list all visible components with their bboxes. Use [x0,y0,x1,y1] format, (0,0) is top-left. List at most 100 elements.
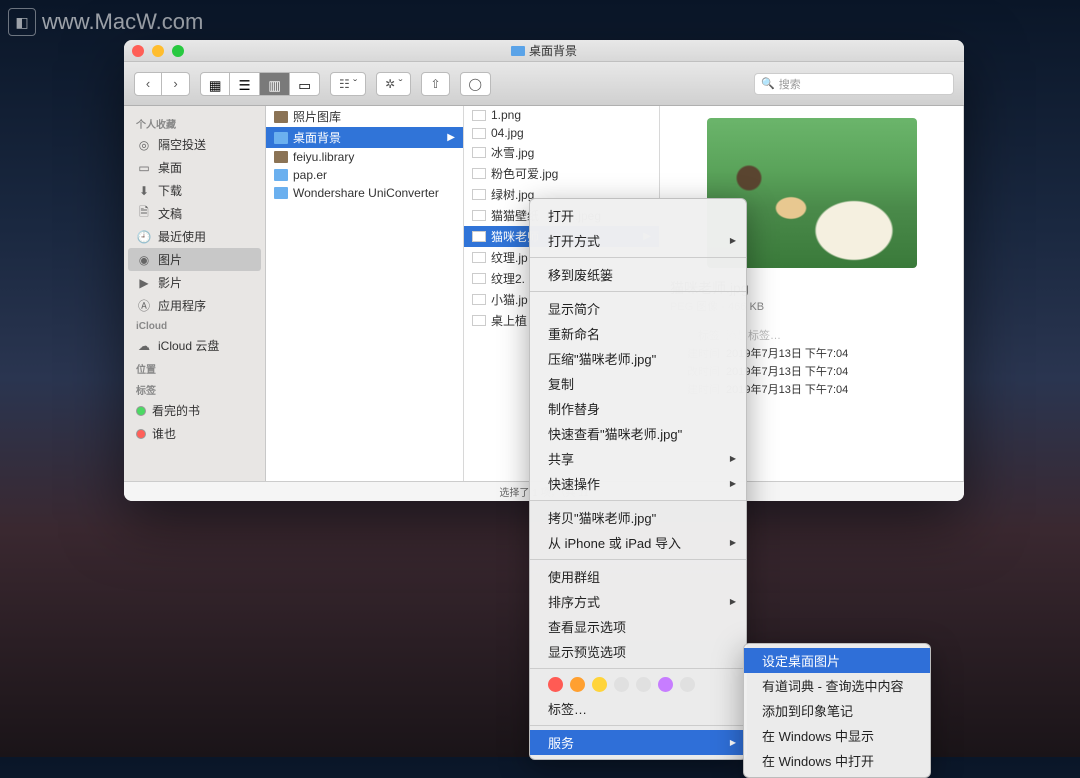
menu-item[interactable]: 快速操作 [530,471,746,496]
submenu-item[interactable]: 在 Windows 中显示 [744,723,930,748]
menu-item[interactable]: 服务 [530,730,746,755]
img-icon [472,128,486,139]
sidebar-item-recents[interactable]: 🕘最近使用 [124,225,265,248]
airdrop-icon: ◎ [136,137,152,153]
menu-item[interactable]: 移到废纸篓 [530,262,746,287]
watermark: ◧ www.MacW.com [8,8,203,36]
watermark-icon: ◧ [8,8,36,36]
submenu-item[interactable]: 有道词典 - 查询选中内容 [744,673,930,698]
watermark-text: www.MacW.com [42,9,203,35]
documents-icon: 🗎 [136,206,152,222]
column-item[interactable]: 照片图库 [266,106,463,127]
menu-item[interactable]: 标签… [530,696,746,721]
sidebar: 个人收藏 ◎隔空投送 ▭桌面 ⬇下载 🗎文稿 🕘最近使用 ◉图片 ▶影片 Ⓐ应用… [124,106,266,481]
window-title-text: 桌面背景 [529,42,577,59]
submenu-item[interactable]: 在 Windows 中打开 [744,748,930,773]
sidebar-item-documents[interactable]: 🗎文稿 [124,202,265,225]
list-view-button[interactable]: ☰ [230,72,260,96]
desktop-icon: ▭ [136,160,152,176]
column-item[interactable]: Wondershare UniConverter [266,184,463,202]
column-item[interactable]: 桌面背景▶ [266,127,463,148]
menu-item[interactable]: 显示简介 [530,296,746,321]
context-menu[interactable]: 打开打开方式移到废纸篓显示简介重新命名压缩"猫咪老师.jpg"复制制作替身快速查… [529,198,747,760]
action-button[interactable]: ✲ ˇ [376,72,411,96]
submenu-item[interactable]: 添加到印象笔记 [744,698,930,723]
tag-color-dot[interactable] [636,677,651,692]
menu-item[interactable]: 从 iPhone 或 iPad 导入 [530,530,746,555]
back-button[interactable]: ‹ [134,72,162,96]
img-icon [472,315,486,326]
menu-item[interactable]: 拷贝"猫咪老师.jpg" [530,505,746,530]
menu-separator [530,559,746,560]
tag-dot-icon [136,406,146,416]
img-icon [472,210,486,221]
tag-color-dot[interactable] [658,677,673,692]
search-input[interactable]: 🔍 搜索 [754,73,954,95]
forward-button[interactable]: › [162,72,190,96]
icon-view-button[interactable]: ▦ [200,72,230,96]
menu-item[interactable]: 快速查看"猫咪老师.jpg" [530,421,746,446]
menu-item[interactable]: 打开方式 [530,228,746,253]
sidebar-item-desktop[interactable]: ▭桌面 [124,156,265,179]
column-item[interactable]: feiyu.library [266,148,463,166]
sidebar-item-pictures[interactable]: ◉图片 [128,248,261,271]
column-item[interactable]: 1.png [464,106,659,124]
group-button[interactable]: ☷ ˇ [330,72,366,96]
sidebar-tag-1[interactable]: 看完的书 [124,399,265,422]
menu-item[interactable]: 压缩"猫咪老师.jpg" [530,346,746,371]
menu-separator [530,257,746,258]
view-mode-buttons: ▦ ☰ ▥ ▭ [200,72,320,96]
tags-button[interactable]: ◯ [460,72,491,96]
close-button[interactable] [132,45,144,57]
column-item[interactable]: pap.er [266,166,463,184]
menu-item[interactable]: 重新命名 [530,321,746,346]
folder-icon [511,46,525,56]
tag-color-dot[interactable] [680,677,695,692]
menu-item[interactable]: 打开 [530,203,746,228]
menu-separator [530,725,746,726]
sidebar-item-applications[interactable]: Ⓐ应用程序 [124,294,265,317]
column-view-button[interactable]: ▥ [260,72,290,96]
menu-item[interactable]: 查看显示选项 [530,614,746,639]
traffic-lights [132,45,184,57]
menu-separator [530,500,746,501]
tag-dot-icon [136,429,146,439]
menu-item[interactable]: 排序方式 [530,589,746,614]
sidebar-item-movies[interactable]: ▶影片 [124,271,265,294]
tag-color-dot[interactable] [614,677,629,692]
menu-item[interactable]: 复制 [530,371,746,396]
share-button[interactable]: ⇧ [421,72,449,96]
column-item[interactable]: 粉色可爱.jpg [464,163,659,184]
gallery-view-button[interactable]: ▭ [290,72,320,96]
sidebar-item-airdrop[interactable]: ◎隔空投送 [124,133,265,156]
minimize-button[interactable] [152,45,164,57]
search-placeholder: 搜索 [779,76,801,92]
folder-icon [274,132,288,144]
maximize-button[interactable] [172,45,184,57]
img-icon [472,273,486,284]
sidebar-header-locations: 位置 [124,357,265,378]
services-submenu[interactable]: 设定桌面图片有道词典 - 查询选中内容添加到印象笔记在 Windows 中显示在… [743,643,931,778]
sidebar-item-icloud-drive[interactable]: ☁iCloud 云盘 [124,334,265,357]
column-item[interactable]: 04.jpg [464,124,659,142]
tag-color-dot[interactable] [548,677,563,692]
window-title: 桌面背景 [511,42,577,59]
search-icon: 🔍 [761,77,775,90]
titlebar[interactable]: 桌面背景 [124,40,964,62]
column-item[interactable]: 冰雪.jpg [464,142,659,163]
folder-icon [274,187,288,199]
movies-icon: ▶ [136,275,152,291]
menu-item[interactable]: 使用群组 [530,564,746,589]
sidebar-tag-2[interactable]: 谁也 [124,422,265,445]
menu-separator [530,668,746,669]
nav-buttons: ‹ › [134,72,190,96]
tag-color-dot[interactable] [570,677,585,692]
menu-item[interactable]: 制作替身 [530,396,746,421]
menu-item[interactable]: 共享 [530,446,746,471]
tag-color-dot[interactable] [592,677,607,692]
menu-item[interactable]: 显示预览选项 [530,639,746,664]
submenu-item[interactable]: 设定桌面图片 [744,648,930,673]
sidebar-item-downloads[interactable]: ⬇下载 [124,179,265,202]
downloads-icon: ⬇ [136,183,152,199]
img-icon [472,189,486,200]
